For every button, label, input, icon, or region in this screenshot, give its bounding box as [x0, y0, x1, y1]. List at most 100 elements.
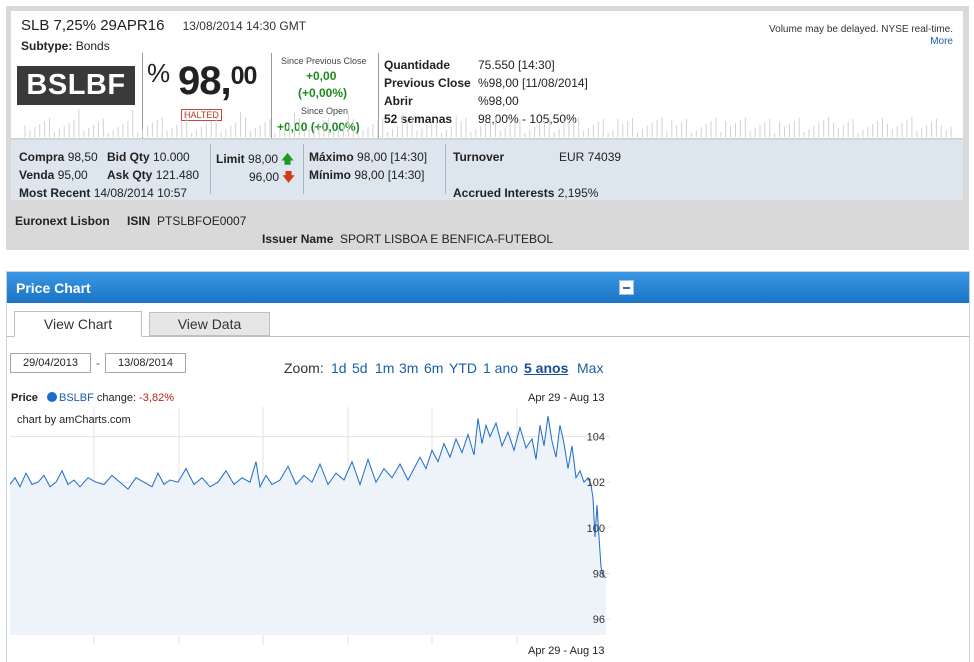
zoom-3m[interactable]: 3m [399, 360, 418, 376]
arrow-up-icon: 🡅 [281, 152, 294, 166]
y-tick-label: 98 [593, 568, 605, 580]
stat-value-abrir: %98,00 [478, 94, 519, 108]
minimo-row: Mínimo 98,00 [14:30] [309, 168, 424, 182]
since-prev-pct: (+0,00%) [298, 86, 348, 100]
zoom-ytd[interactable]: YTD [449, 360, 477, 376]
minimo-value: 98,00 [14:30] [354, 168, 425, 182]
limit-down-value: 96,00 [249, 170, 280, 184]
most-recent-row: Most Recent 14/08/2014 10:57 [19, 186, 187, 200]
legend-change-value: -3,82% [139, 392, 174, 404]
zoom-1d[interactable]: 1d [331, 360, 347, 376]
accrued-value: 2,195% [557, 186, 599, 200]
panel-header: Price Chart [7, 272, 969, 303]
date-separator: - [96, 356, 100, 370]
legend-series-name[interactable]: BSLBF [59, 392, 94, 404]
legend-title: Price [11, 392, 38, 404]
panel-title: Price Chart [16, 280, 91, 296]
arrow-down-icon: 🡇 [282, 170, 295, 184]
instrument-name: SLB 7,25% 29APR16 [21, 17, 165, 34]
chart-range-top: Apr 29 - Aug 13 [528, 392, 605, 404]
price-integer: 98, [178, 59, 232, 103]
since-prev-label: Since Previous Close [281, 56, 367, 66]
maximo-value: 98,00 [14:30] [357, 150, 428, 164]
compra-value: 98,50 [67, 150, 98, 164]
subtype-label: Subtype: [21, 39, 73, 53]
divider [210, 144, 211, 194]
isin-label: ISIN [127, 214, 151, 228]
y-tick-label: 100 [587, 523, 605, 535]
since-prev-change: +0,00 [306, 69, 337, 83]
chart-legend: Price BSLBF change: -3,82% [11, 392, 174, 404]
most-recent-value: 14/08/2014 10:57 [93, 186, 188, 200]
stat-value-previous-close: %98,00 [11/08/2014] [478, 76, 588, 90]
last-price: 98,00 [178, 59, 258, 104]
percent-sign: % [147, 58, 171, 88]
chart-tabs: View Chart View Data [7, 303, 969, 337]
limit-up-value: 98,00 [248, 152, 279, 166]
limit-down-row: 96,00 🡇 [249, 168, 295, 189]
maximo-row: Máximo 98,00 [14:30] [309, 150, 427, 164]
exchange-name: Euronext Lisbon [15, 214, 110, 228]
accrued-row: Accrued Interests 2,195% [453, 186, 598, 200]
limit-label: Limit [216, 152, 245, 166]
price-chart-panel: Price Chart View Chart View Data 29/04/2… [6, 271, 970, 662]
stat-label-quantidade: Quantidade [384, 58, 451, 72]
tab-view-data[interactable]: View Data [149, 312, 270, 336]
venda-row: Venda 95,00 [19, 168, 88, 182]
turnover-label-text: Turnover [453, 150, 505, 164]
quote-panel: SLB 7,25% 29APR16 13/08/2014 14:30 GMT S… [6, 6, 969, 250]
zoom-1-ano[interactable]: 1 ano [483, 360, 518, 376]
zoom-1m[interactable]: 1m [375, 360, 394, 376]
isin-row: ISIN PTSLBFOE0007 [127, 214, 246, 228]
zoom-5d[interactable]: 5d [352, 360, 368, 376]
series-color-icon [46, 392, 57, 402]
turnover-label: Turnover [453, 150, 504, 164]
volume-sparkline [24, 109, 952, 137]
issuer-label: Issuer Name [262, 232, 334, 246]
isin-value: PTSLBFOE0007 [157, 214, 247, 228]
chart-watermark: chart by amCharts.com [17, 414, 131, 426]
zoom-6m[interactable]: 6m [424, 360, 443, 376]
quote-summary: SLB 7,25% 29APR16 13/08/2014 14:30 GMT S… [11, 11, 963, 139]
subtype-row: Subtype: Bonds [21, 39, 110, 53]
divider [445, 144, 446, 194]
issuer-value: SPORT LISBOA E BENFICA-FUTEBOL [340, 232, 553, 246]
more-link[interactable]: More [930, 36, 953, 47]
ask-qty-row: Ask Qty 121.480 [107, 168, 199, 182]
exchange-name-text: Euronext Lisbon [15, 214, 110, 228]
delay-note: Volume may be delayed. NYSE real-time. [769, 24, 953, 35]
stat-value-quantidade: 75.550 [14:30] [478, 58, 555, 72]
market-data-strip: Compra 98,50 Bid Qty 10.000 Venda 95,00 … [11, 140, 963, 200]
y-tick-label: 96 [593, 614, 605, 626]
date-to-input[interactable]: 13/08/2014 [105, 353, 186, 373]
collapse-icon[interactable] [619, 280, 634, 295]
price-chart[interactable]: 96 98 100 102 104 chart by amCharts.com [10, 407, 610, 645]
zoom-5-anos[interactable]: 5 anos [524, 360, 568, 376]
date-from-input[interactable]: 29/04/2013 [10, 353, 91, 373]
compra-row: Compra 98,50 [19, 150, 98, 164]
y-tick-label: 102 [587, 477, 605, 489]
legend-change-label: change: [96, 392, 137, 404]
most-recent-label: Most Recent [19, 186, 91, 200]
ticker-badge: BSLBF [17, 66, 135, 105]
zoom-max[interactable]: Max [577, 360, 603, 376]
stat-label-abrir: Abrir [384, 94, 413, 108]
divider [303, 144, 304, 194]
bid-qty-row: Bid Qty 10.000 [107, 150, 190, 164]
turnover-value: EUR 74039 [559, 150, 622, 164]
ask-qty-label: Ask Qty [107, 168, 153, 182]
compra-label: Compra [19, 150, 65, 164]
venda-label: Venda [19, 168, 55, 182]
ask-qty-value: 121.480 [155, 168, 200, 182]
instrument-title: SLB 7,25% 29APR16 13/08/2014 14:30 GMT [21, 17, 306, 34]
y-tick-label: 104 [587, 432, 605, 444]
zoom-label: Zoom: [284, 360, 324, 376]
issuer-row: Issuer Name SPORT LISBOA E BENFICA-FUTEB… [262, 232, 553, 246]
maximo-label: Máximo [309, 150, 354, 164]
stat-label-previous-close: Previous Close [384, 76, 471, 90]
price-decimals: 00 [230, 62, 258, 90]
tab-view-chart[interactable]: View Chart [14, 311, 142, 337]
minimo-label: Mínimo [309, 168, 351, 182]
listing-info: Euronext Lisbon ISIN PTSLBFOE0007 Issuer… [6, 202, 969, 250]
accrued-label: Accrued Interests [453, 186, 555, 200]
